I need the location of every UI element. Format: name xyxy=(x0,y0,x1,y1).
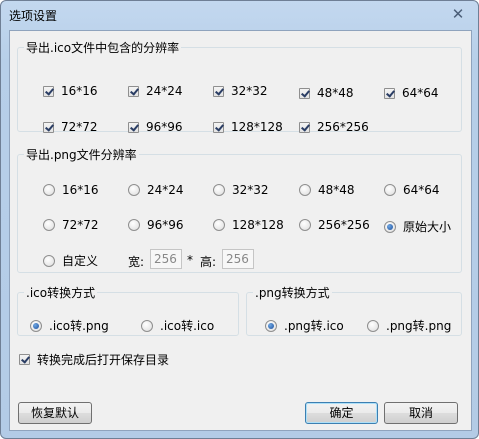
png-res-label-72: 72*72 xyxy=(62,218,99,232)
ico-resolution-group-title: 导出.ico文件中包含的分辨率 xyxy=(26,41,180,55)
png-res-option-256[interactable]: 256*256 xyxy=(299,218,370,232)
checkbox-256[interactable] xyxy=(299,121,310,133)
png-convert-option-ico[interactable]: .png转.ico xyxy=(265,317,344,334)
options-dialog: 选项设置 ✕ 导出.ico文件中包含的分辨率 16*16 24*24 32*32… xyxy=(0,0,479,439)
ico-res-option-96[interactable]: 96*96 xyxy=(128,120,183,134)
ico-convert-group-title: .ico转换方式 xyxy=(26,286,96,300)
ico-res-label-64: 64*64 xyxy=(402,86,439,100)
png-convert-group: .png转换方式 .png转.ico .png转.png xyxy=(246,284,462,336)
png-convert-label-png: .png转.png xyxy=(386,319,452,333)
png-res-option-64[interactable]: 64*64 xyxy=(384,183,440,197)
png-res-option-96[interactable]: 96*96 xyxy=(128,218,184,232)
radio-96[interactable] xyxy=(128,219,140,231)
png-res-option-custom[interactable]: 自定义 xyxy=(43,252,98,269)
close-icon[interactable]: ✕ xyxy=(448,5,468,23)
radio-256[interactable] xyxy=(299,219,311,231)
ico-resolution-group: 导出.ico文件中包含的分辨率 16*16 24*24 32*32 48*48 … xyxy=(17,39,462,134)
open-dir-label: 转换完成后打开保存目录 xyxy=(37,353,170,367)
radio-16[interactable] xyxy=(43,184,55,196)
png-res-label-24: 24*24 xyxy=(147,183,184,197)
radio-ico-to-png[interactable] xyxy=(30,319,42,332)
radio-72[interactable] xyxy=(43,219,55,231)
custom-width-label: 宽: xyxy=(128,255,145,269)
png-res-option-48[interactable]: 48*48 xyxy=(299,183,355,197)
ico-res-label-16: 16*16 xyxy=(61,84,98,98)
png-res-label-custom: 自定义 xyxy=(62,254,99,268)
png-res-label-16: 16*16 xyxy=(62,183,99,197)
png-convert-group-title: .png转换方式 xyxy=(255,286,330,300)
custom-height-label: 高: xyxy=(200,255,217,269)
ico-convert-option-ico[interactable]: .ico转.ico xyxy=(141,317,214,334)
ico-res-label-96: 96*96 xyxy=(146,120,183,134)
checkbox-32[interactable] xyxy=(213,85,224,97)
png-res-label-original: 原始大小 xyxy=(403,220,452,234)
png-res-option-16[interactable]: 16*16 xyxy=(43,183,99,197)
ico-res-label-24: 24*24 xyxy=(146,84,183,98)
ico-convert-group: .ico转换方式 .ico转.png .ico转.ico xyxy=(17,284,239,336)
checkbox-16[interactable] xyxy=(43,85,54,97)
png-res-option-24[interactable]: 24*24 xyxy=(128,183,184,197)
checkbox-64[interactable] xyxy=(384,87,395,99)
ico-convert-label-png: .ico转.png xyxy=(49,319,109,333)
restore-defaults-button[interactable]: 恢复默认 xyxy=(18,402,92,424)
title-bar[interactable]: 选项设置 ✕ xyxy=(1,1,478,29)
png-res-label-32: 32*32 xyxy=(232,183,269,197)
ico-convert-label-ico: .ico转.ico xyxy=(160,319,215,333)
png-convert-option-png[interactable]: .png转.png xyxy=(367,317,451,334)
radio-original[interactable] xyxy=(384,220,396,233)
window-title: 选项设置 xyxy=(9,9,58,23)
radio-64[interactable] xyxy=(384,184,396,196)
png-res-label-48: 48*48 xyxy=(318,183,355,197)
png-res-label-256: 256*256 xyxy=(318,218,370,232)
png-res-label-128: 128*128 xyxy=(232,218,284,232)
open-dir-checkbox[interactable] xyxy=(19,354,30,365)
png-res-label-96: 96*96 xyxy=(147,218,184,232)
png-convert-label-ico: .png转.ico xyxy=(284,319,344,333)
ico-res-option-24[interactable]: 24*24 xyxy=(128,84,183,98)
ico-res-option-32[interactable]: 32*32 xyxy=(213,84,268,98)
dimension-separator: * xyxy=(187,253,193,267)
radio-24[interactable] xyxy=(128,184,140,196)
png-resolution-group-title: 导出.png文件分辨率 xyxy=(26,148,137,162)
ico-res-label-128: 128*128 xyxy=(231,120,283,134)
png-res-option-128[interactable]: 128*128 xyxy=(213,218,284,232)
radio-png-to-ico[interactable] xyxy=(265,319,277,332)
dialog-body: 导出.ico文件中包含的分辨率 16*16 24*24 32*32 48*48 … xyxy=(9,30,472,431)
custom-width-input[interactable]: 256 xyxy=(150,249,182,269)
checkbox-96[interactable] xyxy=(128,121,139,133)
checkbox-24[interactable] xyxy=(128,85,139,97)
ico-res-label-32: 32*32 xyxy=(231,84,268,98)
radio-32[interactable] xyxy=(213,184,225,196)
png-res-label-64: 64*64 xyxy=(403,183,440,197)
ico-res-label-48: 48*48 xyxy=(317,86,354,100)
ico-res-option-16[interactable]: 16*16 xyxy=(43,84,98,98)
cancel-button[interactable]: 取消 xyxy=(384,402,458,424)
ico-res-option-72[interactable]: 72*72 xyxy=(43,120,98,134)
ico-res-label-256: 256*256 xyxy=(317,120,369,134)
png-resolution-group: 导出.png文件分辨率 16*16 24*24 32*32 48*48 64*6… xyxy=(17,146,462,273)
checkbox-72[interactable] xyxy=(43,121,54,133)
radio-png-to-png[interactable] xyxy=(367,319,379,332)
ok-button[interactable]: 确定 xyxy=(305,402,378,424)
ico-res-option-128[interactable]: 128*128 xyxy=(213,120,283,134)
open-dir-option[interactable]: 转换完成后打开保存目录 xyxy=(19,351,169,368)
radio-ico-to-ico[interactable] xyxy=(141,319,153,332)
png-res-option-32[interactable]: 32*32 xyxy=(213,183,269,197)
radio-48[interactable] xyxy=(299,184,311,196)
radio-128[interactable] xyxy=(213,219,225,231)
custom-height-input[interactable]: 256 xyxy=(222,249,254,269)
ico-res-option-48[interactable]: 48*48 xyxy=(299,86,354,100)
ico-res-option-64[interactable]: 64*64 xyxy=(384,86,439,100)
png-res-option-original[interactable]: 原始大小 xyxy=(384,218,451,235)
ico-convert-option-png[interactable]: .ico转.png xyxy=(30,317,109,334)
checkbox-48[interactable] xyxy=(299,87,310,99)
ico-res-option-256[interactable]: 256*256 xyxy=(299,120,369,134)
checkbox-128[interactable] xyxy=(213,121,224,133)
png-res-option-72[interactable]: 72*72 xyxy=(43,218,99,232)
ico-res-label-72: 72*72 xyxy=(61,120,98,134)
radio-custom[interactable] xyxy=(43,254,55,267)
